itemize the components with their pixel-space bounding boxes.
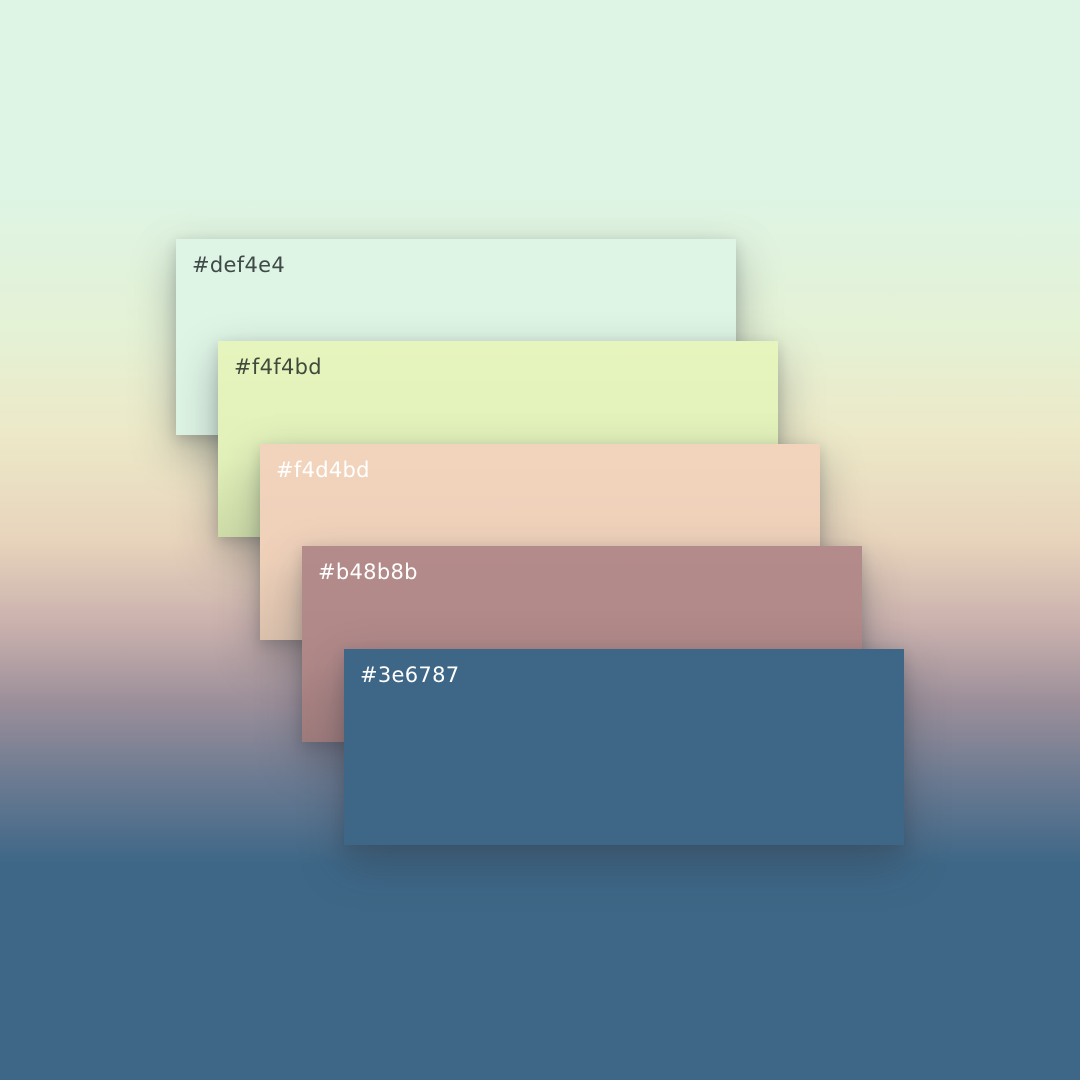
color-palette: #def4e4 #f4f4bd #f4d4bd #b48b8b #3e6787: [0, 0, 1080, 1080]
swatch-steel-blue: #3e6787: [344, 649, 904, 845]
swatch-hex-label: #b48b8b: [318, 560, 418, 584]
swatch-hex-label: #def4e4: [192, 253, 285, 277]
swatch-hex-label: #f4d4bd: [276, 458, 370, 482]
swatch-hex-label: #f4f4bd: [234, 355, 322, 379]
swatch-hex-label: #3e6787: [360, 663, 460, 687]
